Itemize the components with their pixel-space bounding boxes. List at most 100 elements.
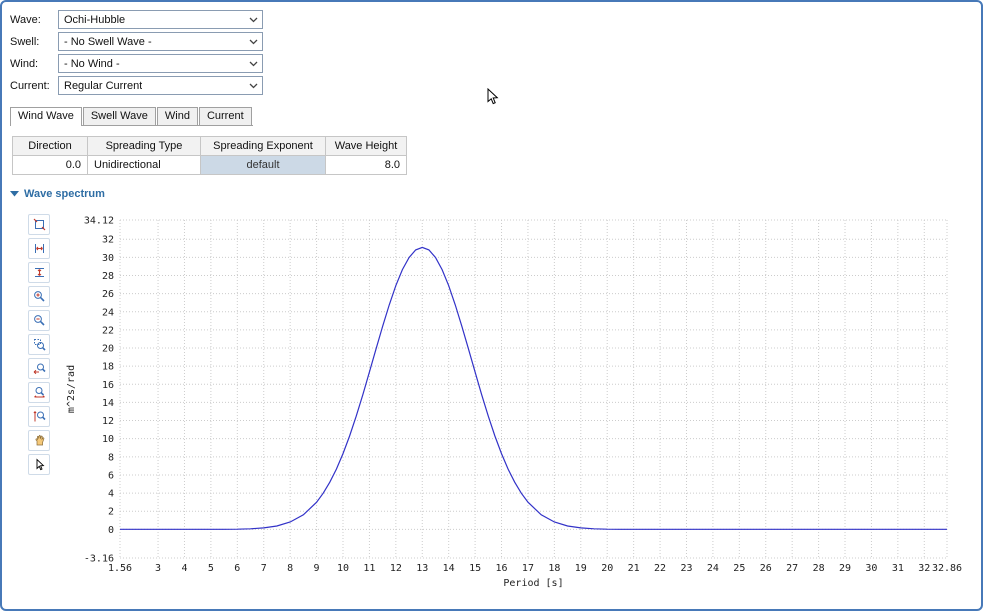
chevron-down-icon xyxy=(246,78,260,93)
svg-text:18: 18 xyxy=(548,563,560,574)
chevron-down-icon xyxy=(246,12,260,27)
wave-select[interactable]: Ochi-Hubble xyxy=(58,10,263,29)
pan-hand-icon xyxy=(33,434,46,447)
wind-select-value: - No Wind - xyxy=(64,58,120,70)
svg-text:10: 10 xyxy=(102,434,114,445)
chart-wrap: 1.56345678910111213141516171819202122232… xyxy=(62,206,981,609)
wind-row: Wind: - No Wind - xyxy=(10,54,981,73)
swell-label: Swell: xyxy=(10,36,58,48)
svg-text:26: 26 xyxy=(102,289,114,300)
current-select-value: Regular Current xyxy=(64,80,142,92)
svg-text:5: 5 xyxy=(208,563,214,574)
wave-spectrum-plot[interactable]: 1.56345678910111213141516171819202122232… xyxy=(62,206,967,606)
fit-width-icon xyxy=(33,242,46,255)
chart-area: 1.56345678910111213141516171819202122232… xyxy=(10,206,981,609)
svg-text:4: 4 xyxy=(181,563,187,574)
wave-spectrum-section-header[interactable]: Wave spectrum xyxy=(10,188,981,200)
fit-width-button[interactable] xyxy=(28,238,50,259)
svg-text:27: 27 xyxy=(786,563,798,574)
zoom-y-button[interactable] xyxy=(28,406,50,427)
tab-wind[interactable]: Wind xyxy=(157,107,198,125)
svg-text:12: 12 xyxy=(102,416,114,427)
pan-button[interactable] xyxy=(28,430,50,451)
spreading-exponent-cell[interactable]: default xyxy=(201,156,326,175)
svg-text:0: 0 xyxy=(108,525,114,536)
spreading-type-cell[interactable]: Unidirectional xyxy=(88,156,201,175)
wave-row: Wave: Ochi-Hubble xyxy=(10,10,981,29)
zoom-window-button[interactable] xyxy=(28,334,50,355)
svg-text:30: 30 xyxy=(865,563,877,574)
svg-text:6: 6 xyxy=(234,563,240,574)
swell-select[interactable]: - No Swell Wave - xyxy=(58,32,263,51)
svg-text:14: 14 xyxy=(102,398,114,409)
svg-text:10: 10 xyxy=(337,563,349,574)
current-label: Current: xyxy=(10,80,58,92)
section-title: Wave spectrum xyxy=(24,188,105,200)
svg-text:9: 9 xyxy=(314,563,320,574)
zoom-undo-button[interactable] xyxy=(28,358,50,379)
zoom-in-button[interactable] xyxy=(28,286,50,307)
svg-text:28: 28 xyxy=(102,271,114,282)
swell-select-value: - No Swell Wave - xyxy=(64,36,152,48)
environment-window: Wave: Ochi-Hubble Swell: - No Swell Wave… xyxy=(0,0,983,611)
wave-height-header: Wave Height xyxy=(326,137,407,156)
chart-toolbar xyxy=(28,206,54,609)
svg-text:-3.16: -3.16 xyxy=(84,554,114,565)
zoom-extents-button[interactable] xyxy=(28,214,50,235)
swell-row: Swell: - No Swell Wave - xyxy=(10,32,981,51)
current-row: Current: Regular Current xyxy=(10,76,981,95)
table-row: 0.0 Unidirectional default 8.0 xyxy=(13,156,407,175)
chevron-down-icon xyxy=(246,34,260,49)
zoom-out-button[interactable] xyxy=(28,310,50,331)
svg-text:Period [s]: Period [s] xyxy=(503,578,563,589)
chevron-down-icon xyxy=(246,56,260,71)
svg-text:25: 25 xyxy=(733,563,745,574)
tab-swell-wave[interactable]: Swell Wave xyxy=(83,107,156,125)
current-select[interactable]: Regular Current xyxy=(58,76,263,95)
zoom-extents-icon xyxy=(33,218,46,231)
svg-text:28: 28 xyxy=(813,563,825,574)
svg-text:16: 16 xyxy=(102,380,114,391)
svg-text:15: 15 xyxy=(469,563,481,574)
direction-header: Direction xyxy=(13,137,88,156)
svg-text:7: 7 xyxy=(261,563,267,574)
wave-height-cell[interactable]: 8.0 xyxy=(326,156,407,175)
svg-text:17: 17 xyxy=(522,563,534,574)
svg-text:8: 8 xyxy=(108,452,114,463)
zoom-in-icon xyxy=(33,290,46,303)
svg-text:14: 14 xyxy=(443,563,455,574)
svg-text:8: 8 xyxy=(287,563,293,574)
svg-text:24: 24 xyxy=(707,563,719,574)
svg-text:24: 24 xyxy=(102,307,114,318)
svg-text:22: 22 xyxy=(102,325,114,336)
tab-bar: Wind Wave Swell Wave Wind Current xyxy=(10,107,253,126)
direction-cell[interactable]: 0.0 xyxy=(13,156,88,175)
spreading-type-header: Spreading Type xyxy=(88,137,201,156)
svg-text:4: 4 xyxy=(108,489,114,500)
svg-text:12: 12 xyxy=(390,563,402,574)
tab-current[interactable]: Current xyxy=(199,107,252,125)
tab-wind-wave[interactable]: Wind Wave xyxy=(10,107,82,126)
svg-text:20: 20 xyxy=(601,563,613,574)
svg-text:29: 29 xyxy=(839,563,851,574)
zoom-window-icon xyxy=(33,338,46,351)
fit-height-button[interactable] xyxy=(28,262,50,283)
spreading-exponent-header: Spreading Exponent xyxy=(201,137,326,156)
wind-select[interactable]: - No Wind - xyxy=(58,54,263,73)
select-button[interactable] xyxy=(28,454,50,475)
zoom-y-icon xyxy=(33,410,46,423)
wave-parameters-table: Direction Spreading Type Spreading Expon… xyxy=(12,136,407,175)
svg-text:m^2s/rad: m^2s/rad xyxy=(66,365,77,413)
zoom-x-button[interactable] xyxy=(28,382,50,403)
svg-text:19: 19 xyxy=(575,563,587,574)
svg-text:6: 6 xyxy=(108,470,114,481)
table-header-row: Direction Spreading Type Spreading Expon… xyxy=(13,137,407,156)
fit-height-icon xyxy=(33,266,46,279)
svg-text:3: 3 xyxy=(155,563,161,574)
svg-text:31: 31 xyxy=(892,563,904,574)
zoom-undo-icon xyxy=(33,362,46,375)
svg-text:34.12: 34.12 xyxy=(84,216,114,227)
svg-text:13: 13 xyxy=(416,563,428,574)
svg-text:2: 2 xyxy=(108,507,114,518)
zoom-x-icon xyxy=(33,386,46,399)
